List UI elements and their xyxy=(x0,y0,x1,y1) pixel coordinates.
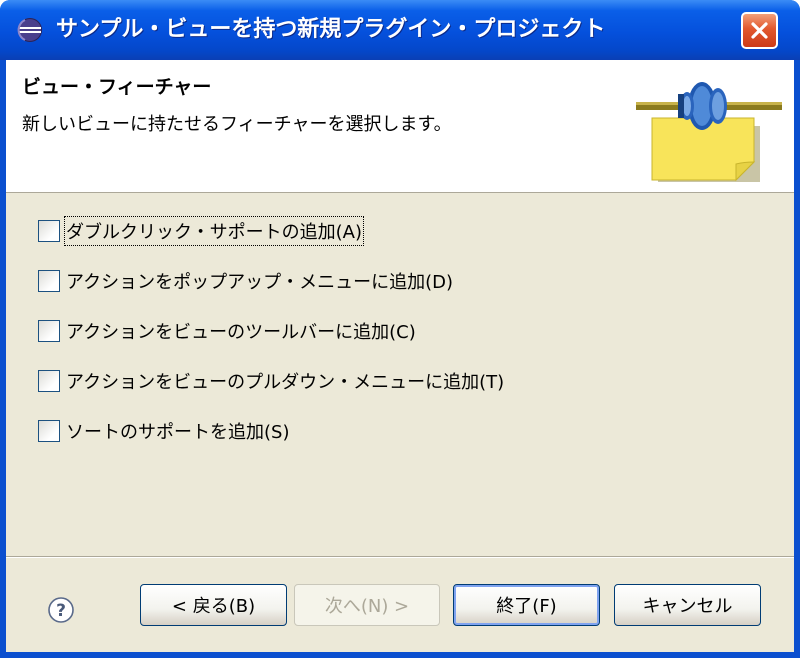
help-icon[interactable]: ? xyxy=(47,596,75,624)
option-pulldown-menu-action[interactable]: アクションをビューのプルダウン・メニューに追加(T) xyxy=(38,368,738,394)
finish-button[interactable]: 終了(F) xyxy=(453,584,600,626)
checkbox[interactable] xyxy=(38,320,60,342)
option-label: ソートのサポートを追加(S) xyxy=(66,422,290,443)
button-bar-separator xyxy=(6,556,794,558)
dialog-window: サンプル・ビューを持つ新規プラグイン・プロジェクト ビュー・フィーチャー 新しい… xyxy=(0,0,800,658)
page-description: 新しいビューに持たせるフィーチャーを選択します。 xyxy=(22,114,452,135)
checkbox[interactable] xyxy=(38,220,60,242)
option-toolbar-action[interactable]: アクションをビューのツールバーに追加(C) xyxy=(38,318,738,344)
svg-text:?: ? xyxy=(56,601,66,621)
option-popup-menu-action[interactable]: アクションをポップアップ・メニューに追加(D) xyxy=(38,268,738,294)
checkbox[interactable] xyxy=(38,420,60,442)
plugin-wizard-image xyxy=(636,82,782,182)
back-button[interactable]: < 戻る(B) xyxy=(140,584,287,626)
wizard-banner: ビュー・フィーチャー 新しいビューに持たせるフィーチャーを選択します。 xyxy=(6,60,794,193)
checkbox[interactable] xyxy=(38,370,60,392)
next-button[interactable]: 次へ(N) > xyxy=(294,584,440,626)
title-bar[interactable]: サンプル・ビューを持つ新規プラグイン・プロジェクト xyxy=(0,0,800,60)
option-label: アクションをビューのツールバーに追加(C) xyxy=(66,322,416,343)
checkbox[interactable] xyxy=(38,270,60,292)
page-title: ビュー・フィーチャー xyxy=(22,76,212,98)
option-label: アクションをビューのプルダウン・メニューに追加(T) xyxy=(66,372,505,393)
close-icon xyxy=(751,22,768,39)
close-button[interactable] xyxy=(741,12,778,49)
option-sort-support[interactable]: ソートのサポートを追加(S) xyxy=(38,418,738,444)
option-double-click-support[interactable]: ダブルクリック・サポートの追加(A) xyxy=(38,216,738,246)
dialog-client-area: ビュー・フィーチャー 新しいビューに持たせるフィーチャーを選択します。 ダブルク… xyxy=(6,60,794,652)
cancel-button[interactable]: キャンセル xyxy=(614,584,761,626)
eclipse-icon xyxy=(17,18,42,42)
feature-options: ダブルクリック・サポートの追加(A) アクションをポップアップ・メニューに追加(… xyxy=(38,216,738,468)
option-label: アクションをポップアップ・メニューに追加(D) xyxy=(66,272,454,293)
option-label: ダブルクリック・サポートの追加(A) xyxy=(64,216,364,246)
window-title: サンプル・ビューを持つ新規プラグイン・プロジェクト xyxy=(56,17,606,42)
